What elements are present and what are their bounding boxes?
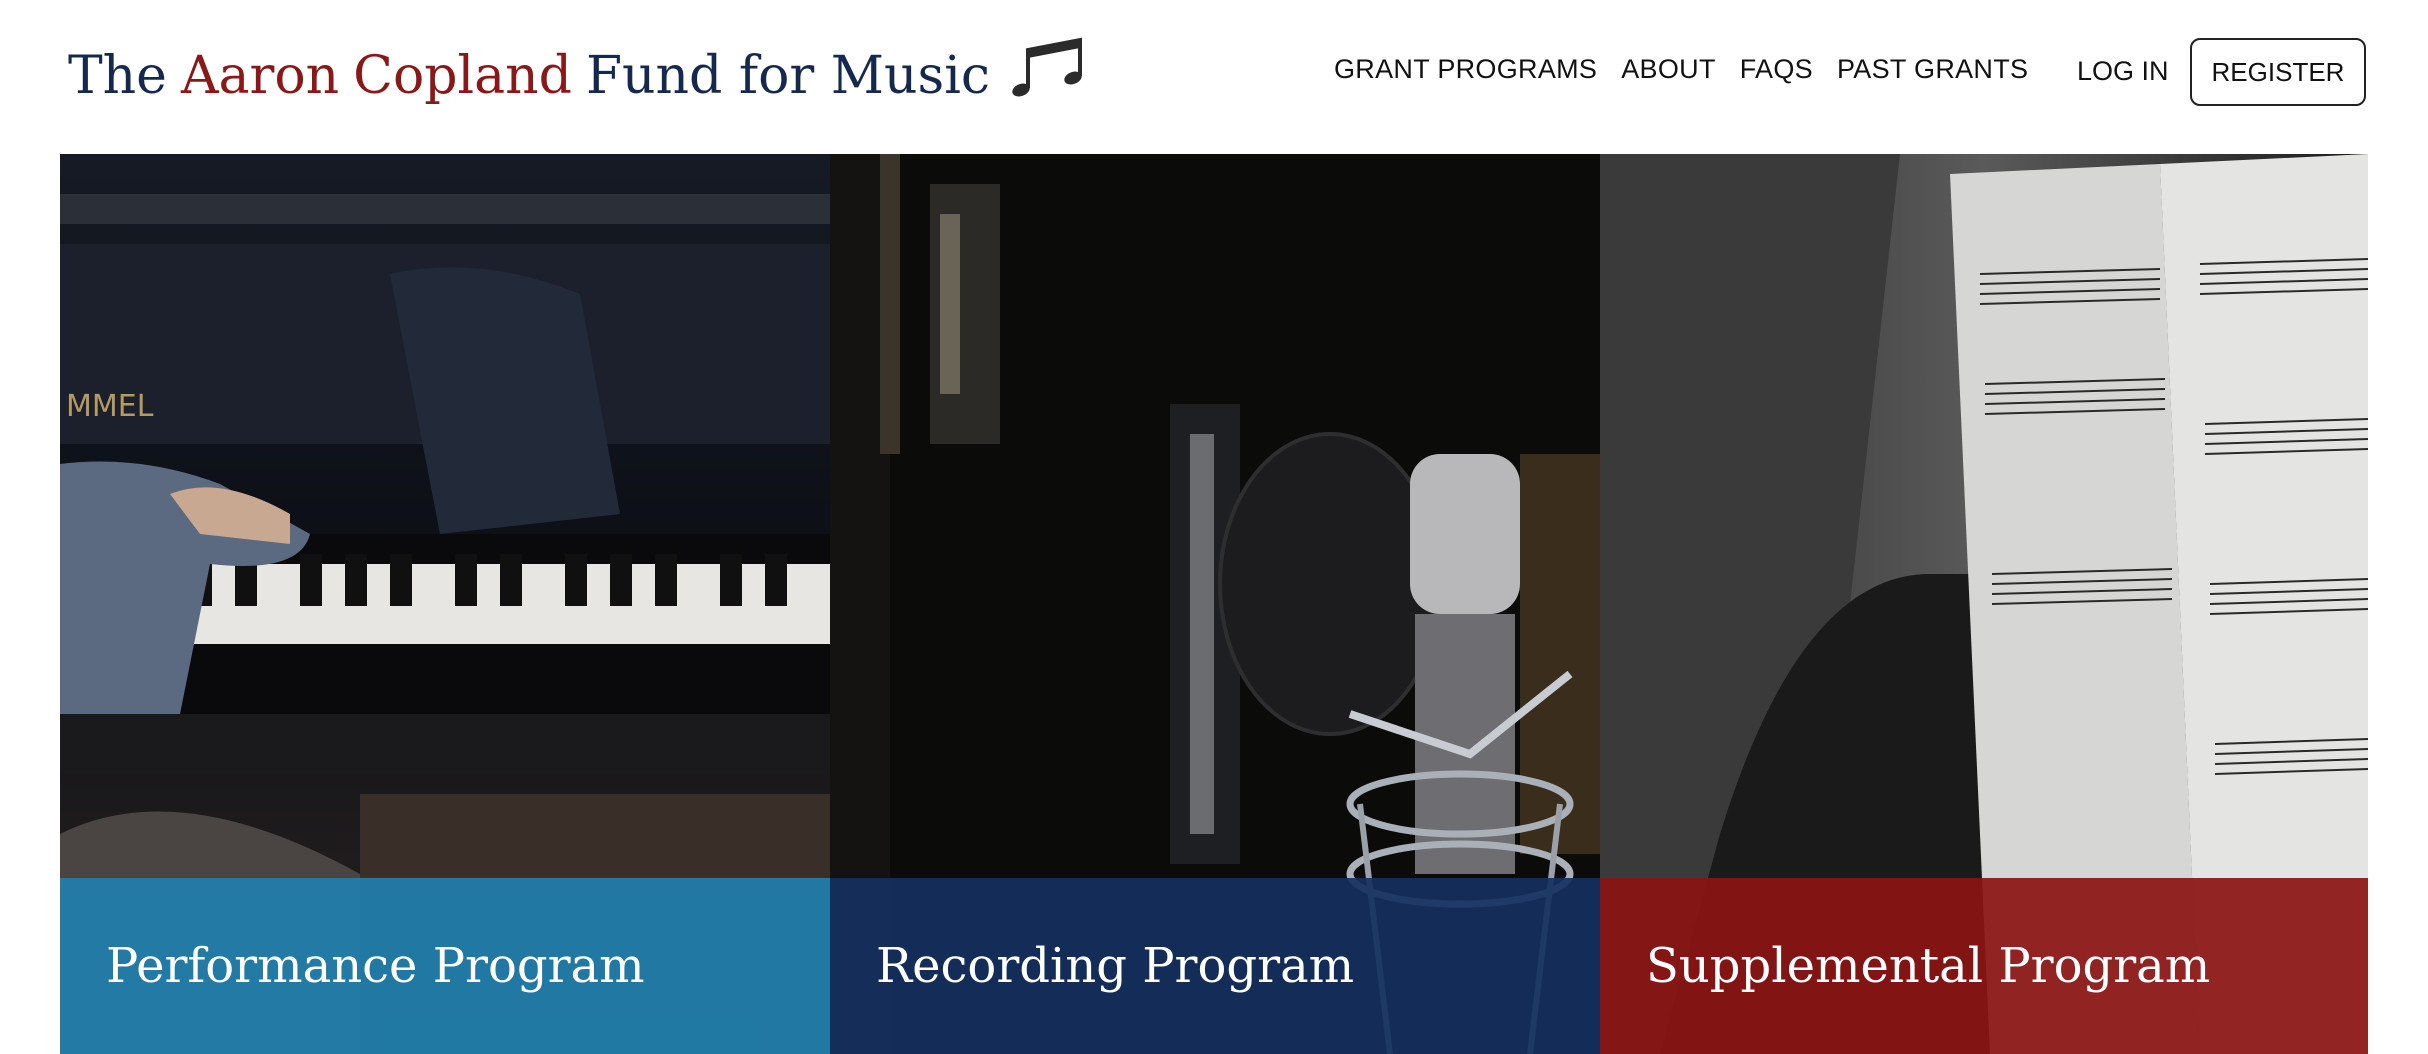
nav-about[interactable]: ABOUT bbox=[1621, 54, 1716, 85]
program-tiles: MMEL Performance Program Recording Progr… bbox=[60, 154, 2368, 1054]
login-link[interactable]: LOG IN bbox=[2077, 56, 2169, 87]
program-title: Performance Program bbox=[106, 938, 645, 994]
program-band-recording: Recording Program bbox=[830, 878, 1600, 1054]
nav-past-grants[interactable]: PAST GRANTS bbox=[1837, 54, 2028, 85]
program-band-performance: Performance Program bbox=[60, 878, 830, 1054]
register-button[interactable]: REGISTER bbox=[2190, 38, 2366, 106]
program-title: Recording Program bbox=[876, 938, 1355, 994]
logo-word-copland: Copland bbox=[353, 45, 572, 106]
site-logo[interactable]: The Aaron Copland Fund for Music bbox=[68, 36, 1088, 115]
svg-text:MMEL: MMEL bbox=[66, 389, 154, 424]
logo-word-the: The bbox=[68, 45, 167, 106]
program-tile-recording[interactable]: Recording Program bbox=[830, 154, 1600, 1054]
program-tile-supplemental[interactable]: Supplemental Program bbox=[1600, 154, 2368, 1054]
main-nav: GRANT PROGRAMS ABOUT FAQS PAST GRANTS bbox=[1334, 54, 2052, 85]
music-notes-icon bbox=[1010, 36, 1088, 115]
nav-faqs[interactable]: FAQS bbox=[1740, 54, 1813, 85]
site-header: The Aaron Copland Fund for Music GRANT P… bbox=[0, 0, 2428, 150]
nav-grant-programs[interactable]: GRANT PROGRAMS bbox=[1334, 54, 1597, 85]
program-title: Supplemental Program bbox=[1646, 938, 2211, 994]
logo-word-aaron: Aaron bbox=[180, 45, 340, 106]
logo-word-rest: Fund for Music bbox=[585, 45, 990, 106]
program-tile-performance[interactable]: MMEL Performance Program bbox=[60, 154, 830, 1054]
program-band-supplemental: Supplemental Program bbox=[1600, 878, 2368, 1054]
